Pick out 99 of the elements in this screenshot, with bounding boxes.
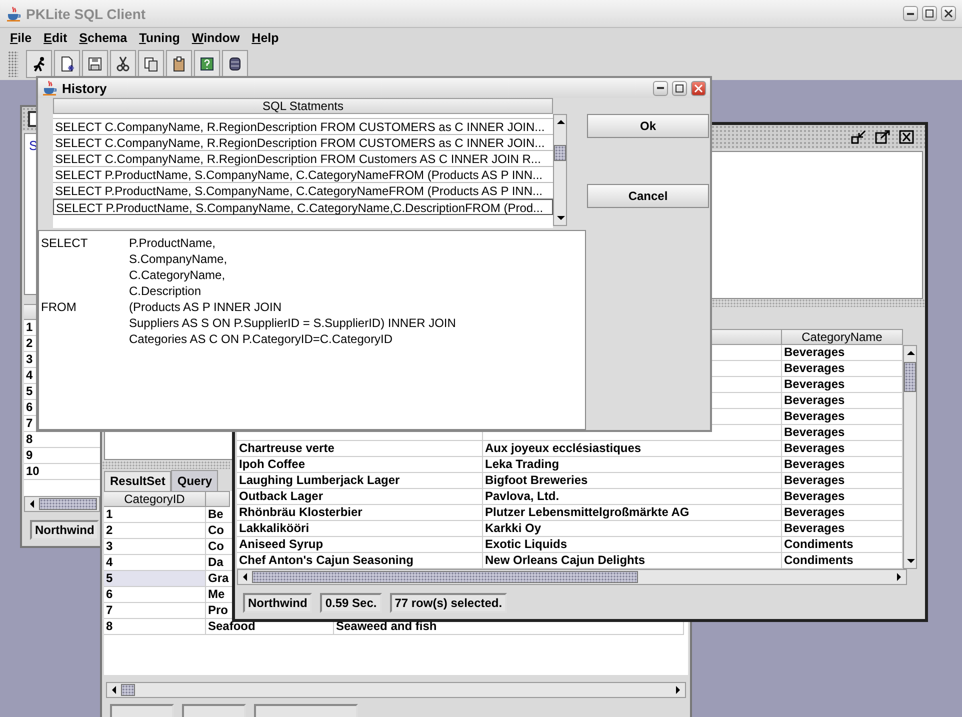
copy-button[interactable]: [138, 50, 164, 78]
java-cup-icon: [6, 6, 22, 22]
table-cell: 2: [104, 523, 206, 540]
table-cell: Rhönbräu Klosterbier: [237, 505, 483, 521]
column-header[interactable]: [206, 491, 230, 508]
maximize-button[interactable]: [922, 6, 937, 21]
status-field: 77 row(s) selected.: [390, 593, 508, 613]
menu-item[interactable]: Schema: [73, 31, 134, 45]
table-cell: 5: [104, 571, 206, 588]
table-cell: 7: [104, 603, 206, 620]
list-item[interactable]: SELECT P.ProductName, S.CompanyName, C.CategoryName,C.DescriptionFROM (Prod...: [53, 199, 553, 215]
new-button[interactable]: [54, 50, 80, 78]
runner-icon: [31, 56, 47, 72]
scissors-icon: [115, 56, 131, 72]
scrollbar[interactable]: [24, 496, 100, 512]
sql-line: S.CompanyName,: [129, 251, 228, 267]
table-cell: Leka Trading: [483, 457, 782, 473]
copy-icon: [143, 56, 159, 72]
scroll-thumb[interactable]: [554, 145, 566, 161]
run-button[interactable]: [26, 50, 52, 78]
column-header[interactable]: CategoryName: [782, 329, 903, 345]
sql-line: (Products AS P INNER JOIN: [129, 299, 282, 315]
minimize-button[interactable]: [653, 80, 668, 96]
tab[interactable]: Query: [171, 470, 218, 492]
help-button[interactable]: [194, 50, 220, 78]
menu-item[interactable]: Help: [246, 31, 285, 45]
maximize-button[interactable]: [672, 80, 687, 96]
close-button[interactable]: [941, 6, 956, 21]
toolbar-grip[interactable]: [8, 51, 18, 77]
list-item[interactable]: SELECT C.CompanyName, R.RegionDescription FROM Customers AS C INNER JOIN R...: [53, 151, 553, 167]
java-cup-icon: [42, 80, 58, 96]
table-cell: Aniseed Syrup: [237, 537, 483, 553]
table-cell: Lakkalikööri: [237, 521, 483, 537]
table-cell: Bigfoot Breweries: [483, 473, 782, 489]
menu-item[interactable]: Tuning: [133, 31, 186, 45]
table-cell: Laughing Lumberjack Lager: [237, 473, 483, 489]
column-header[interactable]: SQL Statments: [53, 98, 553, 114]
dialog-title: History: [62, 80, 108, 96]
dialog-title-bar[interactable]: History: [38, 78, 710, 98]
close-icon: [694, 84, 703, 92]
table-cell: Pavlova, Ltd.: [483, 489, 782, 505]
table-cell: 6: [104, 587, 206, 604]
minimize-icon: [907, 12, 914, 14]
table-cell: Karkki Oy: [483, 521, 782, 537]
window-title: PKLite SQL Client: [26, 6, 147, 22]
maximize-icon[interactable]: [875, 130, 891, 144]
scroll-thumb[interactable]: [39, 498, 97, 510]
scrollbar[interactable]: [903, 345, 917, 569]
menu-item[interactable]: File: [4, 31, 38, 45]
sql-keyword: SELECT: [41, 236, 88, 250]
menu-item[interactable]: Window: [186, 31, 246, 45]
database-icon: [227, 56, 243, 72]
column-header[interactable]: CategoryID: [104, 491, 206, 508]
table-cell: Plutzer Lebensmittelgroßmärkte AG: [483, 505, 782, 521]
table-cell: Ipoh Coffee: [237, 457, 483, 473]
maximize-icon: [675, 84, 684, 92]
status-field: 0.59 Sec.: [320, 593, 382, 613]
close-button[interactable]: [691, 80, 706, 96]
new-document-icon: [59, 56, 75, 72]
table-cell: Aux joyeux ecclésiastiques: [483, 441, 782, 457]
list-item[interactable]: SELECT C.CompanyName, R.RegionDescription FROM CUSTOMERS as C INNER JOIN...: [53, 119, 553, 135]
minimize-icon: [657, 87, 664, 89]
menu-item[interactable]: Edit: [38, 31, 74, 45]
restore-icon[interactable]: [851, 130, 867, 144]
paste-button[interactable]: [166, 50, 192, 78]
list-item[interactable]: SELECT P.ProductName, S.CompanyName, C.CategoryNameFROM (Products AS P INN...: [53, 183, 553, 199]
close-icon: [944, 9, 953, 18]
table-cell: Outback Lager: [237, 489, 483, 505]
save-button[interactable]: [82, 50, 108, 78]
dialog-button[interactable]: Cancel: [587, 184, 709, 208]
scroll-thumb[interactable]: [904, 362, 916, 392]
list-item[interactable]: SELECT C.CompanyName, R.RegionDescription FROM CUSTOMERS as C INNER JOIN...: [53, 135, 553, 151]
table-cell: Chartreuse verte: [237, 441, 483, 457]
scrollbar[interactable]: [553, 114, 567, 226]
sql-line: P.ProductName,: [129, 235, 216, 251]
scrollbar[interactable]: [237, 569, 907, 585]
minimize-button[interactable]: [903, 6, 918, 21]
sql-line: C.CategoryName,: [129, 267, 226, 283]
scrollbar[interactable]: [106, 682, 686, 698]
scroll-thumb[interactable]: [252, 571, 638, 583]
clipboard-icon: [171, 56, 187, 72]
table-cell: 1: [104, 507, 206, 524]
status-field: Northwind: [30, 520, 100, 540]
status-field: Northwind: [243, 593, 312, 613]
sql-line: C.Description: [129, 283, 202, 299]
sql-text-area[interactable]: SELECT P.ProductName, S.CompanyName, C.CategoryName, C.Description FROM (Products AS P INNER JOIN Suppliers AS S ON P.SupplierID = S.SupplierID) INNER JOIN Categories AS C ON P.CategoryID=C.CategoryID: [38, 230, 586, 430]
table-cell: 3: [104, 539, 206, 556]
database-button[interactable]: [222, 50, 248, 78]
dialog-button[interactable]: Ok: [587, 114, 709, 138]
list-item[interactable]: SELECT P.ProductName, S.CompanyName, C.CategoryNameFROM (Products AS P INN...: [53, 167, 553, 183]
table-cell: 8: [104, 619, 206, 636]
close-icon[interactable]: [899, 130, 915, 144]
cut-button[interactable]: [110, 50, 136, 78]
tab[interactable]: ResultSet: [104, 471, 172, 492]
table-cell: Exotic Liquids: [483, 537, 782, 553]
maximize-icon: [925, 9, 934, 18]
help-icon: [199, 56, 215, 72]
scroll-thumb[interactable]: [121, 684, 135, 696]
sql-keyword: FROM: [41, 300, 76, 314]
